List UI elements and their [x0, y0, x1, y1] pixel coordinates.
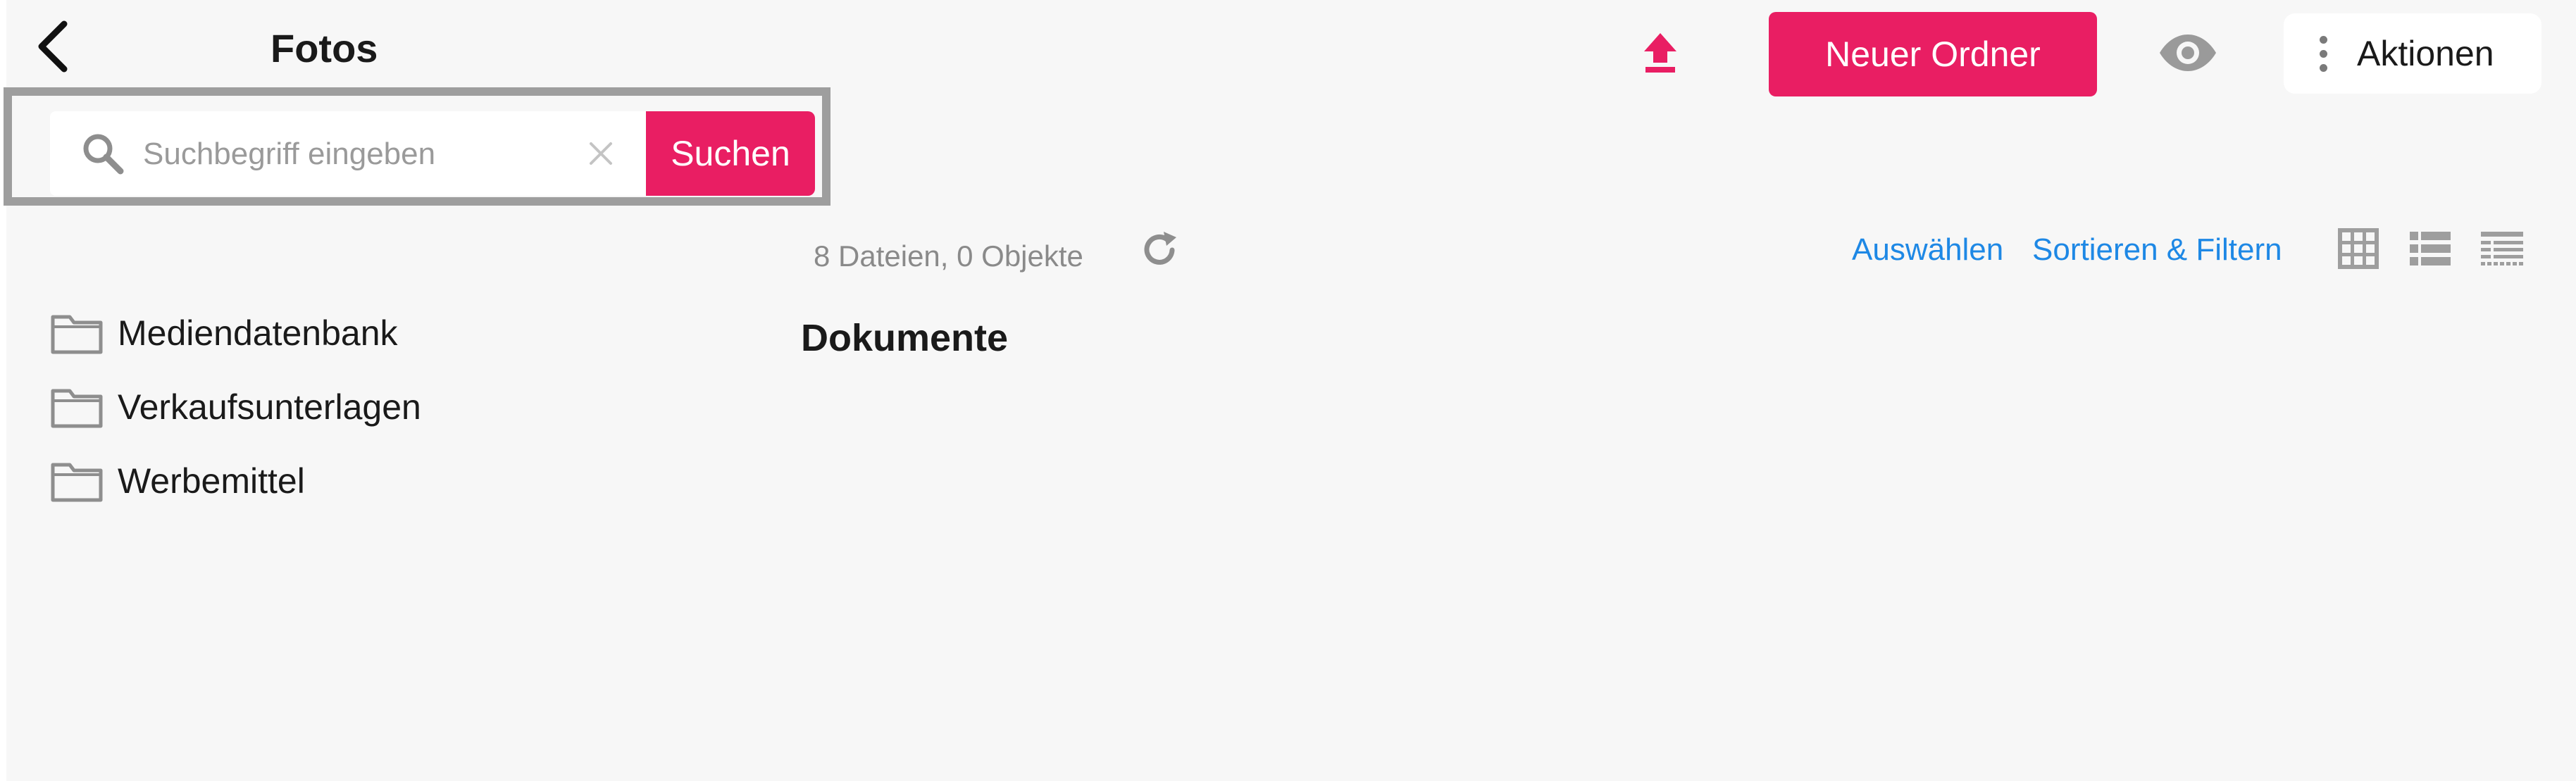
- eye-icon: [2160, 35, 2216, 71]
- folder-label: Mediendatenbank: [118, 313, 398, 353]
- refresh-button[interactable]: [1136, 227, 1183, 273]
- folder-icon: [51, 389, 103, 427]
- search-input[interactable]: [142, 127, 581, 182]
- folder-icon: [51, 315, 103, 354]
- folder-item-werbemittel[interactable]: Werbemittel: [50, 444, 684, 518]
- page-title: Fotos: [270, 26, 378, 70]
- sort-filter-link[interactable]: Sortieren & Filtern: [2032, 231, 2282, 269]
- list-view-icon: [2410, 232, 2451, 265]
- search-button[interactable]: Suchen: [646, 111, 815, 196]
- page: Fotos Neuer Ordner Aktionen Suchbegriff …: [4, 0, 2576, 781]
- select-link[interactable]: Auswählen: [1852, 231, 2003, 269]
- back-button[interactable]: [35, 20, 70, 73]
- search-icon: [83, 134, 124, 175]
- actions-label: Aktionen: [2357, 34, 2494, 73]
- compact-list-view-icon: [2481, 232, 2523, 265]
- grid-view-button[interactable]: [2334, 224, 2383, 273]
- file-count: 8 Dateien, 0 Objekte: [814, 239, 1083, 273]
- section-title: Dokumente: [801, 317, 1009, 359]
- list-view-button[interactable]: [2406, 224, 2455, 273]
- folder-item-mediendatenbank[interactable]: Mediendatenbank: [50, 296, 684, 370]
- grid-view-icon: [2338, 228, 2379, 269]
- upload-button[interactable]: [1639, 30, 1681, 76]
- folder-item-verkaufsunterlagen[interactable]: Verkaufsunterlagen: [50, 370, 684, 444]
- new-folder-button[interactable]: Neuer Ordner: [1769, 12, 2097, 96]
- chevron-left-icon: [38, 20, 68, 73]
- more-vertical-icon: [2319, 35, 2327, 72]
- clear-icon[interactable]: [580, 132, 622, 175]
- visibility-toggle-button[interactable]: [2156, 28, 2220, 77]
- folder-label: Verkaufsunterlagen: [118, 387, 421, 427]
- folder-icon: [51, 463, 103, 501]
- folder-label: Werbemittel: [118, 461, 305, 501]
- folder-list: Mediendatenbank Verkaufsunterlagen Werbe…: [50, 296, 684, 518]
- actions-menu-button[interactable]: Aktionen: [2284, 13, 2541, 94]
- upload-icon: [1644, 33, 1676, 73]
- search-box: [50, 111, 647, 196]
- refresh-icon: [1144, 232, 1176, 265]
- compact-view-button[interactable]: [2477, 224, 2527, 273]
